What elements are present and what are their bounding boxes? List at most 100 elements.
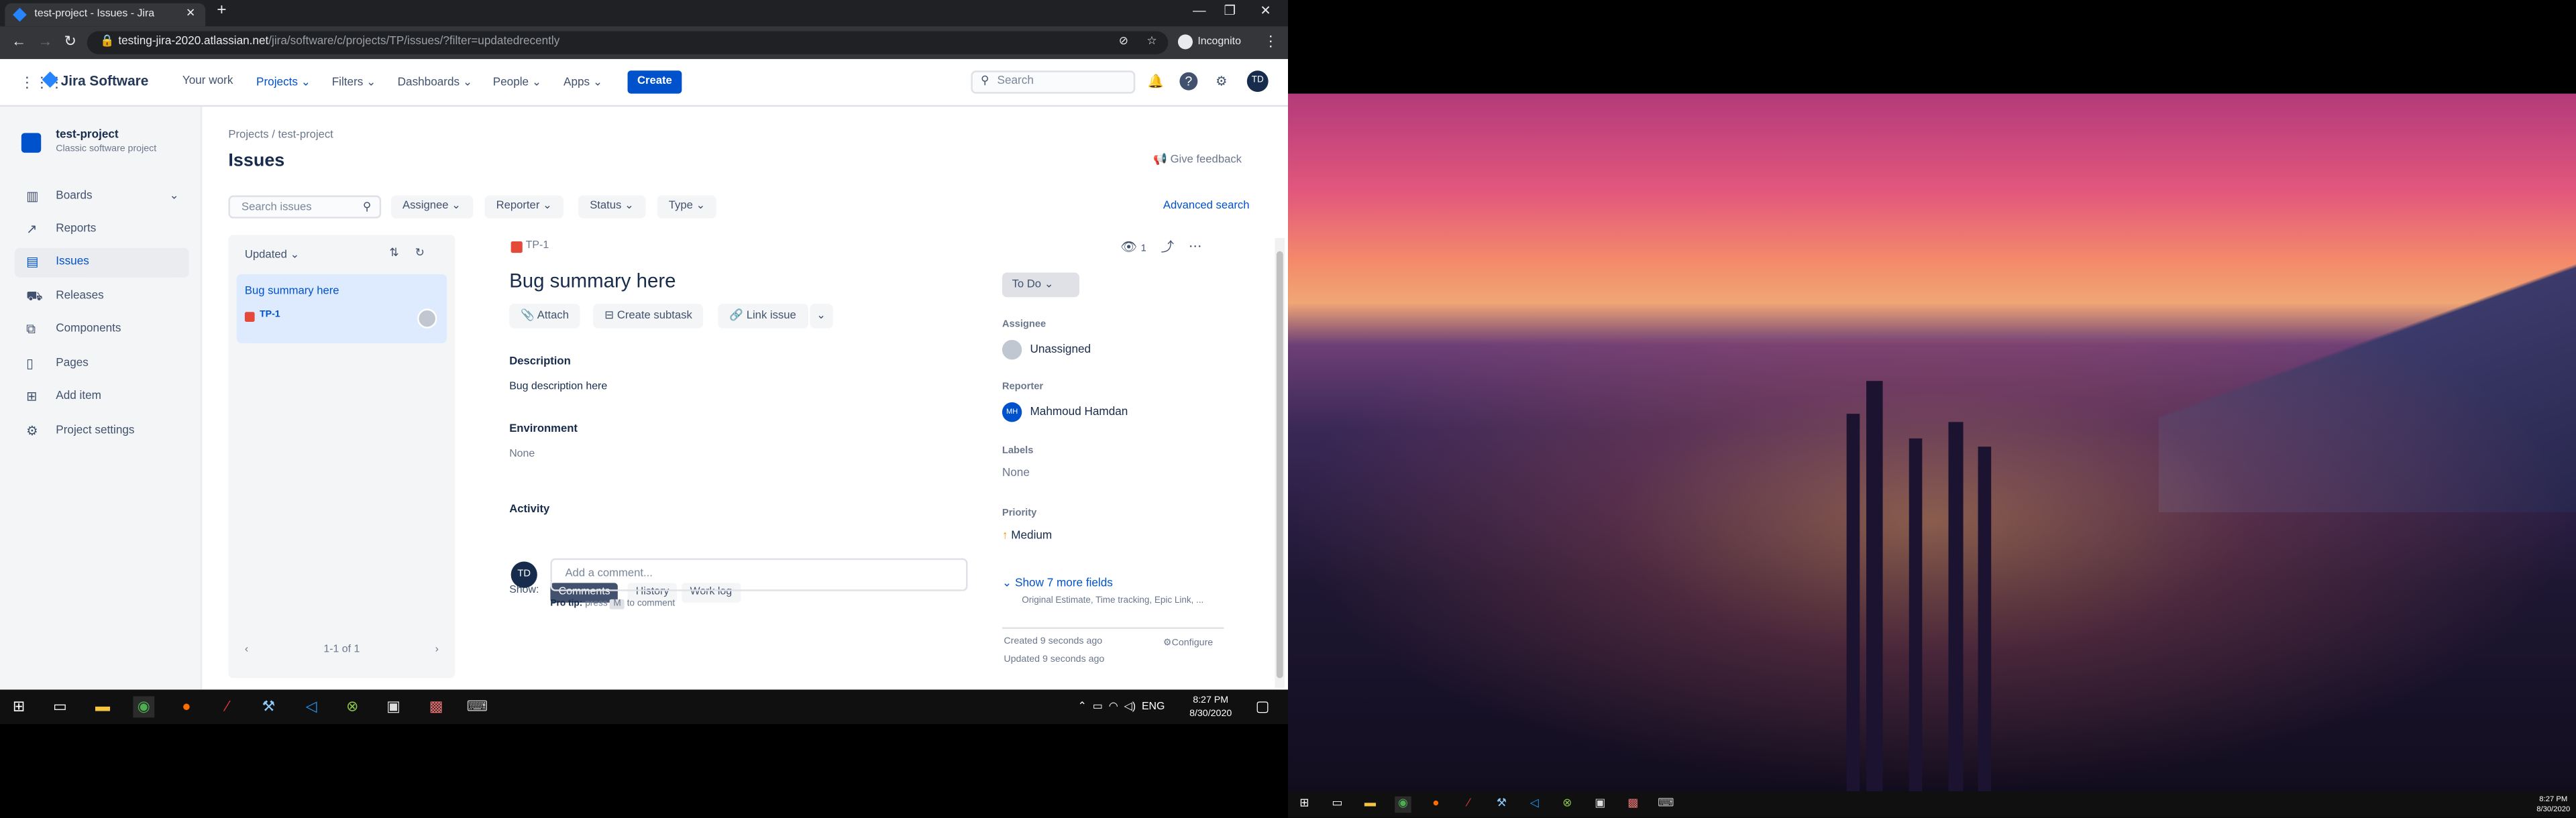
pen-app-icon[interactable]: ⁄ — [1460, 797, 1477, 813]
close-window-icon[interactable]: ✕ — [1260, 3, 1271, 18]
link-issue-button[interactable]: 🔗 Link issue — [718, 304, 808, 329]
more-buttons-dropdown[interactable]: ⌄ — [810, 304, 833, 329]
nav-apps[interactable]: Apps ⌄ — [564, 76, 602, 89]
chevron-down-icon[interactable]: ⌄ — [170, 182, 179, 212]
jira-app-icon[interactable]: ▩ — [1625, 797, 1641, 813]
sidebar-item-issues[interactable]: ▤ Issues — [15, 247, 189, 278]
labels-value[interactable]: None — [1002, 468, 1030, 479]
nav-projects[interactable]: Projects ⌄ — [256, 76, 311, 89]
assignee-filter[interactable]: Assignee ⌄ — [390, 195, 473, 219]
language-indicator[interactable]: ENG — [1142, 701, 1165, 713]
vscode-icon[interactable]: ◁ — [1526, 797, 1542, 813]
sidebar-item-add-item[interactable]: ⊞ Add item — [15, 383, 189, 412]
eye-off-icon[interactable]: ⊘ — [1119, 32, 1128, 54]
terminal-icon[interactable]: ▣ — [383, 696, 405, 717]
restore-icon[interactable]: ❐ — [1224, 3, 1236, 18]
secondary-clock[interactable]: 8:27 PM 8/30/2020 — [2536, 795, 2570, 814]
reporter-value[interactable]: MH Mahmoud Hamdan — [1002, 402, 1128, 422]
sidebar-item-reports[interactable]: ↗ Reports — [15, 215, 189, 245]
share-icon[interactable]: ⤴ — [1161, 240, 1175, 255]
notifications-center-icon[interactable]: ▢ — [1252, 696, 1273, 717]
scrollbar-thumb[interactable] — [1276, 251, 1283, 679]
user-avatar[interactable]: TD — [1246, 70, 1269, 93]
breadcrumb-projects[interactable]: Projects — [228, 129, 268, 141]
next-page-icon[interactable]: › — [435, 644, 439, 655]
minimize-icon[interactable]: — — [1193, 3, 1206, 18]
status-filter[interactable]: Status ⌄ — [578, 195, 646, 219]
sidebar-item-releases[interactable]: ⛟ Releases — [15, 282, 189, 312]
browser-tab[interactable]: test-project - Issues - Jira ✕ — [5, 3, 206, 27]
keyboard-icon[interactable]: ⌨ — [467, 696, 488, 717]
nav-your-work[interactable]: Your work — [182, 76, 233, 87]
sidebar-item-project-settings[interactable]: ⚙ Project settings — [15, 417, 189, 447]
back-icon[interactable]: ← — [11, 33, 26, 49]
pen-app-icon[interactable]: ⁄ — [217, 696, 238, 717]
type-filter[interactable]: Type ⌄ — [657, 195, 717, 219]
firefox-icon[interactable]: ● — [176, 696, 197, 717]
new-tab-icon[interactable]: + — [217, 1, 226, 19]
nav-filters[interactable]: Filters ⌄ — [332, 76, 376, 89]
issue-key-link[interactable]: TP-1 — [511, 240, 549, 253]
vscode-icon[interactable]: ◁ — [301, 696, 322, 717]
description-text[interactable]: Bug description here — [509, 381, 607, 392]
terminal-icon[interactable]: ▣ — [1592, 797, 1608, 813]
environment-value[interactable]: None — [509, 449, 535, 460]
reload-icon[interactable]: ↻ — [64, 33, 76, 51]
file-explorer-icon[interactable]: ▬ — [92, 696, 113, 717]
show-more-fields-button[interactable]: ⌄ Show 7 more fields — [1002, 577, 1113, 589]
give-feedback-button[interactable]: 📢 Give feedback — [1153, 153, 1242, 166]
more-actions-icon[interactable]: ⋯ — [1189, 240, 1202, 255]
prev-page-icon[interactable]: ‹ — [245, 644, 248, 655]
help-icon[interactable]: ? — [1179, 72, 1198, 91]
reporter-filter[interactable]: Reporter ⌄ — [484, 195, 564, 219]
chrome-icon[interactable]: ◉ — [133, 696, 155, 718]
windows-start-icon[interactable]: ⊞ — [1296, 797, 1312, 813]
network-tool-icon[interactable]: ⚒ — [258, 696, 279, 717]
sidebar-item-components[interactable]: ⧉ Components — [15, 315, 189, 345]
create-subtask-button[interactable]: ⊟ Create subtask — [593, 304, 704, 329]
configure-button[interactable]: ⚙Configure — [1163, 639, 1213, 649]
status-dropdown[interactable]: To Do ⌄ — [1002, 272, 1079, 298]
nav-dashboards[interactable]: Dashboards ⌄ — [398, 76, 473, 89]
search-issues-input[interactable]: Search issues ⚲ — [228, 195, 382, 219]
create-button[interactable]: Create — [627, 70, 682, 94]
detail-scrollbar[interactable] — [1275, 238, 1285, 689]
settings-icon[interactable]: ⚙ — [1212, 72, 1230, 91]
issue-card[interactable]: Bug summary here TP-1 — [236, 274, 447, 343]
xbox-icon[interactable]: ⊗ — [1559, 797, 1575, 813]
attach-button[interactable]: 📎 Attach — [509, 304, 581, 329]
chrome-icon[interactable]: ◉ — [1395, 796, 1411, 813]
jira-logo[interactable]: Jira Software — [42, 71, 148, 89]
refresh-icon[interactable]: ↻ — [415, 248, 425, 259]
windows-start-icon[interactable]: ⊞ — [8, 696, 30, 717]
comment-input[interactable]: Add a comment... — [550, 558, 968, 591]
breadcrumb-project[interactable]: test-project — [278, 129, 333, 141]
assignee-value[interactable]: Unassigned — [1002, 339, 1091, 360]
wifi-icon[interactable]: ◠ — [1109, 701, 1118, 713]
network-tool-icon[interactable]: ⚒ — [1493, 797, 1509, 813]
xbox-icon[interactable]: ⊗ — [341, 696, 363, 717]
battery-icon[interactable]: ▭ — [1093, 701, 1103, 713]
advanced-search-link[interactable]: Advanced search — [1163, 200, 1250, 212]
search-input[interactable]: ⚲ Search — [971, 70, 1136, 94]
url-input[interactable]: 🔒 testing-jira-2020.atlassian.net/jira/s… — [87, 31, 1169, 54]
jira-app-icon[interactable]: ▩ — [425, 696, 447, 717]
file-explorer-icon[interactable]: ▬ — [1362, 797, 1378, 813]
watch-icon[interactable]: 👁 — [1120, 240, 1137, 255]
star-icon[interactable]: ☆ — [1146, 32, 1157, 54]
firefox-icon[interactable]: ● — [1428, 797, 1444, 813]
browser-menu-icon[interactable]: ⋮ — [1263, 33, 1278, 51]
notifications-icon[interactable]: 🔔 — [1146, 72, 1165, 91]
task-view-icon[interactable]: ▭ — [49, 696, 70, 717]
issue-title[interactable]: Bug summary here — [509, 270, 676, 292]
sidebar-item-boards[interactable]: ▥ Boards ⌄ — [15, 182, 189, 212]
forward-icon[interactable]: → — [38, 33, 52, 49]
sort-order-icon[interactable]: ⇅ — [389, 248, 398, 259]
keyboard-icon[interactable]: ⌨ — [1658, 797, 1674, 813]
task-view-icon[interactable]: ▭ — [1329, 797, 1345, 813]
priority-value[interactable]: ↑ Medium — [1002, 530, 1052, 542]
close-tab-icon[interactable]: ✕ — [186, 3, 195, 26]
volume-icon[interactable]: ◁) — [1124, 701, 1136, 713]
sidebar-item-pages[interactable]: ▯ Pages — [15, 350, 189, 379]
taskbar-clock[interactable]: 8:27 PM 8/30/2020 — [1189, 695, 1232, 721]
